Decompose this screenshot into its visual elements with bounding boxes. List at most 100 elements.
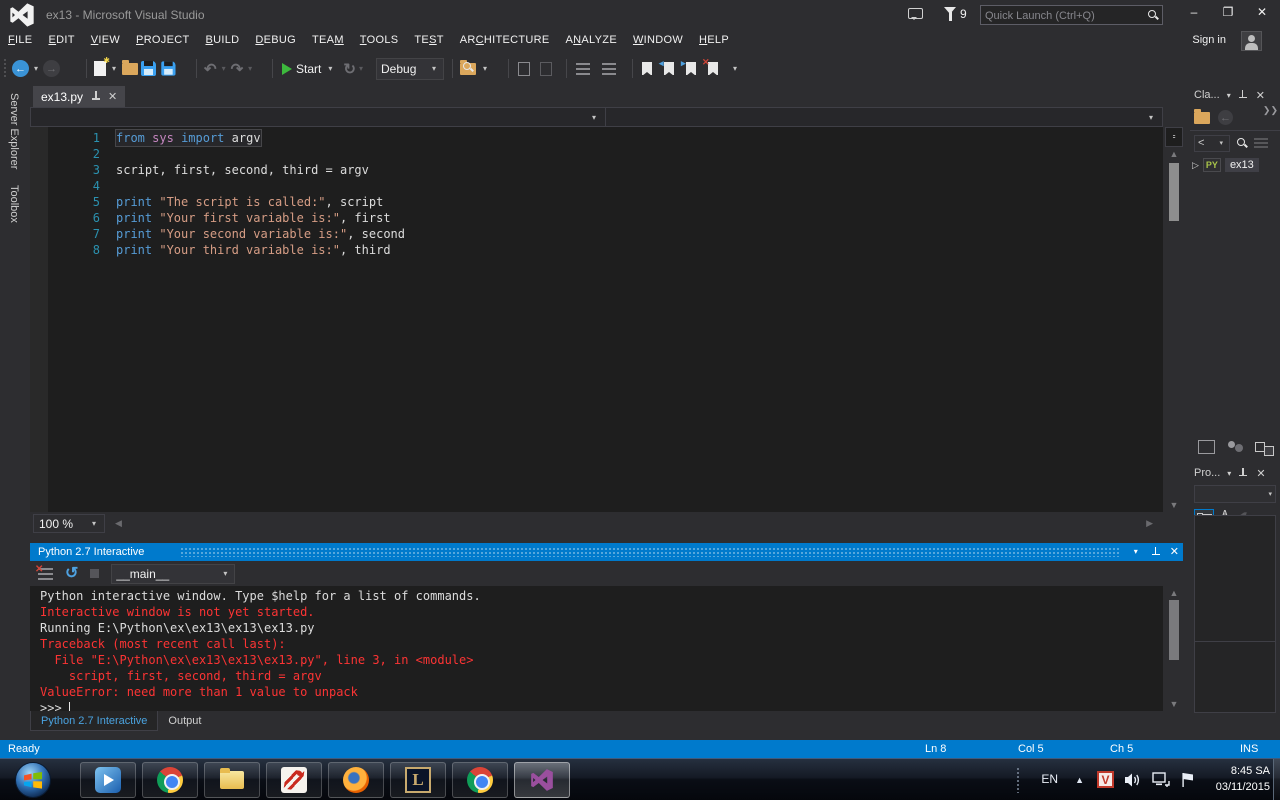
start-button-label[interactable]: Start bbox=[296, 62, 321, 76]
zoom-level-combo[interactable]: 100 % ▾ bbox=[33, 514, 105, 533]
clock[interactable]: 8:45 SA 03/11/2015 bbox=[1216, 763, 1270, 795]
restore-button[interactable]: ❐ bbox=[1212, 0, 1244, 24]
new-file-dropdown-icon[interactable]: ▾ bbox=[109, 64, 119, 73]
window-position-dropdown-icon[interactable]: ▾ bbox=[1227, 91, 1231, 100]
find-in-files-icon[interactable] bbox=[460, 63, 476, 75]
taskbar-button-visual-studio[interactable] bbox=[514, 762, 570, 798]
previous-bookmark-icon[interactable]: ◂ bbox=[664, 62, 674, 75]
solution-configurations-combo[interactable]: Debug ▾ bbox=[376, 58, 444, 80]
redo-dropdown-icon[interactable]: ▾ bbox=[245, 64, 255, 73]
search-icon[interactable] bbox=[1236, 137, 1248, 149]
scroll-left-icon[interactable]: ◀ bbox=[115, 518, 122, 529]
code-line-1[interactable]: 1from sys import argv bbox=[30, 130, 1163, 146]
navigate-forward-button[interactable]: → bbox=[43, 60, 60, 77]
taskbar-button-media-player[interactable] bbox=[80, 762, 136, 798]
menu-file[interactable]: FILE bbox=[0, 30, 40, 50]
taskbar-button-firefox[interactable] bbox=[328, 762, 384, 798]
close-panel-icon[interactable]: ✕ bbox=[1256, 89, 1265, 102]
menu-help[interactable]: HELP bbox=[691, 30, 737, 50]
sidebar-tab-toolbox[interactable]: Toolbox bbox=[0, 177, 28, 231]
members-dropdown-icon[interactable]: ▾ bbox=[1146, 113, 1156, 122]
pin-icon[interactable] bbox=[91, 91, 100, 102]
code-line-7[interactable]: 7print "Your second variable is:", secon… bbox=[30, 226, 1163, 242]
clear-search-icon[interactable] bbox=[1254, 138, 1268, 149]
redo-icon[interactable]: ↷ bbox=[231, 60, 244, 78]
clear-bookmarks-icon[interactable]: ✕ bbox=[708, 62, 718, 75]
scroll-down-icon[interactable]: ▼ bbox=[1165, 699, 1183, 709]
sidebar-tab-server-explorer[interactable]: Server Explorer bbox=[0, 85, 28, 177]
save-icon[interactable] bbox=[141, 61, 156, 76]
menu-edit[interactable]: EDIT bbox=[40, 30, 82, 50]
back-icon[interactable]: ← bbox=[1218, 110, 1233, 125]
open-file-icon[interactable] bbox=[122, 63, 138, 75]
quick-launch-box[interactable] bbox=[980, 5, 1163, 25]
menu-view[interactable]: VIEW bbox=[83, 30, 128, 50]
menu-debug[interactable]: DEBUG bbox=[247, 30, 304, 50]
code-editor[interactable]: 1from sys import argv23script, first, se… bbox=[30, 127, 1163, 512]
menu-team[interactable]: TEAM bbox=[304, 30, 352, 50]
show-hidden-icons[interactable]: ▲ bbox=[1075, 775, 1084, 785]
properties-header[interactable]: Pro... ▾ ✕ bbox=[1190, 463, 1280, 483]
reset-repl-icon[interactable]: ↺ bbox=[65, 567, 78, 581]
split-editor-handle[interactable]: ⹀ bbox=[1165, 127, 1183, 147]
interactive-output[interactable]: Python interactive window. Type $help fo… bbox=[30, 586, 1163, 711]
notifications-funnel-icon[interactable] bbox=[944, 7, 956, 14]
close-panel-icon[interactable]: ✕ bbox=[1256, 467, 1265, 480]
network-icon[interactable] bbox=[1152, 772, 1170, 788]
restart-dropdown-icon[interactable]: ▾ bbox=[356, 64, 366, 73]
undo-dropdown-icon[interactable]: ▾ bbox=[219, 64, 229, 73]
decrease-indent-icon[interactable] bbox=[576, 63, 590, 75]
interactive-title-bar[interactable]: Python 2.7 Interactive ▾ ✕ bbox=[30, 543, 1183, 561]
save-all-icon[interactable] bbox=[161, 61, 175, 75]
quick-launch-input[interactable] bbox=[981, 7, 1139, 25]
menu-tools[interactable]: TOOLS bbox=[352, 30, 407, 50]
toolbar-overflow-icon[interactable]: ❯❯ bbox=[1263, 105, 1278, 116]
scroll-up-icon[interactable]: ▲ bbox=[1165, 588, 1183, 598]
class-view-header[interactable]: Cla... ▾ ✕ bbox=[1190, 85, 1280, 105]
code-line-3[interactable]: 3script, first, second, third = argv bbox=[30, 162, 1163, 178]
next-bookmark-icon[interactable]: ▸ bbox=[686, 62, 696, 75]
code-line-5[interactable]: 5print "The script is called:", script bbox=[30, 194, 1163, 210]
module-scope-combo[interactable]: __main__ ▾ bbox=[111, 564, 235, 584]
close-panel-icon[interactable]: ✕ bbox=[1170, 543, 1179, 561]
scroll-right-icon[interactable]: ▶ bbox=[1146, 518, 1153, 529]
search-scope-combo[interactable]: < ▾ bbox=[1194, 135, 1230, 152]
window-position-dropdown-icon[interactable]: ▾ bbox=[1227, 469, 1231, 478]
show-desktop-button[interactable] bbox=[1273, 759, 1280, 800]
volume-icon[interactable] bbox=[1124, 772, 1142, 788]
document-tab[interactable]: ex13.py ✕ bbox=[33, 86, 125, 107]
menu-architecture[interactable]: ARCHITECTURE bbox=[452, 30, 558, 50]
code-line-8[interactable]: 8print "Your third variable is:", third bbox=[30, 242, 1163, 258]
avatar[interactable] bbox=[1241, 31, 1262, 51]
find-dropdown-icon[interactable]: ▾ bbox=[480, 64, 490, 73]
code-line-6[interactable]: 6print "Your first variable is:", first bbox=[30, 210, 1163, 226]
taskbar-button-red-app[interactable] bbox=[266, 762, 322, 798]
start-dropdown-icon[interactable]: ▾ bbox=[325, 64, 335, 73]
editor-vertical-scrollbar[interactable]: ⹀ ▲ ▼ bbox=[1165, 127, 1183, 512]
team-explorer-tab-icon[interactable] bbox=[1227, 440, 1244, 454]
sign-in-link[interactable]: Sign in bbox=[1192, 34, 1226, 46]
scroll-down-icon[interactable]: ▼ bbox=[1165, 500, 1183, 510]
editor-horizontal-scrollbar[interactable]: ◀ ▶ bbox=[109, 514, 1159, 533]
properties-object-combo[interactable]: ▾ bbox=[1194, 485, 1276, 503]
scrollbar-thumb[interactable] bbox=[1169, 600, 1179, 660]
interrupt-icon[interactable] bbox=[90, 569, 99, 578]
code-line-2[interactable]: 2 bbox=[30, 146, 1163, 162]
navigate-back-dropdown-icon[interactable]: ▾ bbox=[31, 64, 41, 73]
taskbar-button-explorer[interactable] bbox=[204, 762, 260, 798]
interactive-scrollbar[interactable]: ▲ ▼ bbox=[1165, 586, 1183, 711]
pin-icon[interactable] bbox=[1238, 90, 1247, 101]
tree-item-label[interactable]: ex13 bbox=[1225, 158, 1259, 172]
navigate-to-icon[interactable] bbox=[518, 62, 530, 76]
minimize-button[interactable]: – bbox=[1178, 0, 1210, 24]
scrollbar-thumb[interactable] bbox=[1169, 163, 1179, 221]
taskbar-button-chrome[interactable] bbox=[452, 762, 508, 798]
menu-window[interactable]: WINDOW bbox=[625, 30, 691, 50]
panel-tab-output[interactable]: Output bbox=[158, 711, 211, 731]
code-line-4[interactable]: 4 bbox=[30, 178, 1163, 194]
unikey-icon[interactable]: V bbox=[1097, 771, 1114, 788]
start-button[interactable] bbox=[14, 761, 52, 799]
tab-close-icon[interactable]: ✕ bbox=[108, 90, 117, 103]
undo-icon[interactable]: ↶ bbox=[204, 60, 217, 78]
toolbar-grip[interactable] bbox=[3, 58, 7, 79]
